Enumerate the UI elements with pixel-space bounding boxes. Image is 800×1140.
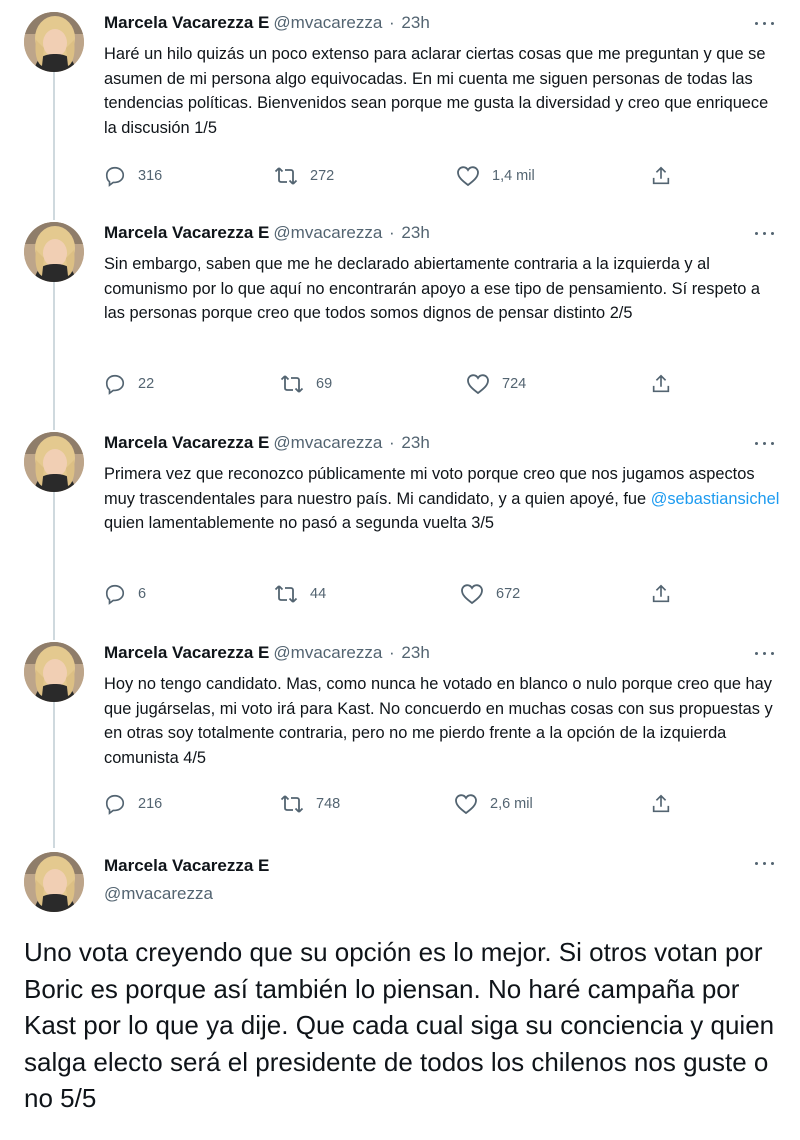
tweet-time[interactable]: 23h (401, 223, 429, 242)
like-button[interactable]: 724 (466, 372, 526, 396)
thread-tweet-3[interactable]: Marcela Vacarezza E @mvacarezza · 23h Pri… (0, 432, 800, 632)
like-count: 1,4 mil (492, 168, 535, 184)
reply-button[interactable]: 216 (104, 792, 162, 816)
tweet-actions: 216 748 2,6 mil (104, 792, 694, 816)
tweet-actions: 22 69 724 (104, 372, 694, 396)
like-icon (457, 166, 479, 187)
author-name[interactable]: Marcela Vacarezza E (104, 433, 269, 452)
like-icon (461, 584, 483, 605)
retweet-button[interactable]: 748 (280, 792, 340, 816)
tweet-actions: 316 272 1,4 mil (104, 164, 694, 188)
tweet-header: Marcela Vacarezza E @mvacarezza · 23h (104, 13, 430, 32)
retweet-icon (274, 167, 298, 185)
author-block: Marcela Vacarezza E @mvacarezza (104, 854, 269, 906)
author-handle[interactable]: @mvacarezza (273, 433, 382, 452)
like-count: 724 (502, 376, 527, 392)
tweet-text: Sin embargo, saben que me he declarado a… (104, 255, 761, 322)
share-button[interactable] (650, 792, 672, 816)
like-button[interactable]: 2,6 mil (454, 792, 533, 816)
tweet-header: Marcela Vacarezza E @mvacarezza · 23h (104, 223, 430, 242)
retweet-icon (280, 795, 304, 813)
tweet-time[interactable]: 23h (401, 433, 429, 452)
retweet-count: 44 (310, 586, 327, 602)
thread-tweet-1[interactable]: Marcela Vacarezza E @mvacarezza · 23h Har… (0, 12, 800, 212)
retweet-icon (274, 585, 298, 603)
like-count: 2,6 mil (490, 796, 533, 812)
reply-count: 216 (138, 796, 163, 812)
retweet-button[interactable]: 44 (274, 582, 326, 606)
avatar[interactable] (24, 852, 84, 912)
author-handle[interactable]: @mvacarezza (273, 643, 382, 662)
more-icon[interactable] (754, 222, 776, 244)
mention-link[interactable]: @sebastiansichel (651, 490, 780, 508)
author-name[interactable]: Marcela Vacarezza E (104, 13, 269, 32)
author-name[interactable]: Marcela Vacarezza E (104, 223, 269, 242)
retweet-count: 748 (316, 796, 341, 812)
retweet-count: 272 (310, 168, 335, 184)
like-icon (455, 794, 477, 815)
author-name[interactable]: Marcela Vacarezza E (104, 854, 269, 878)
author-handle[interactable]: @mvacarezza (104, 882, 269, 906)
share-icon (652, 374, 670, 393)
share-icon (652, 166, 670, 185)
like-icon (467, 374, 489, 395)
author-name[interactable]: Marcela Vacarezza E (104, 643, 269, 662)
main-tweet[interactable]: Marcela Vacarezza E @mvacarezza Uno vota… (0, 852, 800, 1140)
reply-count: 22 (138, 376, 155, 392)
main-tweet-text: Uno vota creyendo que su opción es lo me… (24, 937, 775, 1113)
reply-count: 6 (138, 586, 147, 602)
share-button[interactable] (650, 164, 672, 188)
reply-button[interactable]: 6 (104, 582, 146, 606)
reply-icon (105, 166, 125, 187)
author-handle[interactable]: @mvacarezza (273, 13, 382, 32)
more-icon[interactable] (754, 852, 776, 874)
avatar[interactable] (24, 12, 84, 72)
tweet-header: Marcela Vacarezza E @mvacarezza · 23h (104, 433, 430, 452)
more-icon[interactable] (754, 432, 776, 454)
tweet-header: Marcela Vacarezza E @mvacarezza · 23h (104, 643, 430, 662)
reply-count: 316 (138, 168, 163, 184)
retweet-icon (280, 375, 304, 393)
reply-button[interactable]: 22 (104, 372, 154, 396)
tweet-text: Hoy no tengo candidato. Mas, como nunca … (104, 675, 773, 767)
like-button[interactable]: 1,4 mil (456, 164, 535, 188)
reply-icon (105, 794, 125, 815)
avatar[interactable] (24, 432, 84, 492)
share-button[interactable] (650, 372, 672, 396)
retweet-count: 69 (316, 376, 333, 392)
avatar[interactable] (24, 642, 84, 702)
share-button[interactable] (650, 582, 672, 606)
like-button[interactable]: 672 (460, 582, 520, 606)
reply-icon (105, 374, 125, 395)
share-icon (652, 794, 670, 813)
author-handle[interactable]: @mvacarezza (273, 223, 382, 242)
share-icon (652, 584, 670, 603)
tweet-actions: 6 44 672 (104, 582, 694, 606)
like-count: 672 (496, 586, 521, 602)
tweet-time[interactable]: 23h (401, 13, 429, 32)
tweet-text: Haré un hilo quizás un poco extenso para… (104, 45, 769, 137)
more-icon[interactable] (754, 642, 776, 664)
tweet-time[interactable]: 23h (401, 643, 429, 662)
retweet-button[interactable]: 69 (280, 372, 332, 396)
more-icon[interactable] (754, 12, 776, 34)
tweet-text: Primera vez que reconozco públicamente m… (104, 465, 780, 532)
retweet-button[interactable]: 272 (274, 164, 334, 188)
thread-tweet-4[interactable]: Marcela Vacarezza E @mvacarezza · 23h Hoy… (0, 642, 800, 842)
reply-icon (105, 584, 125, 605)
thread-tweet-2[interactable]: Marcela Vacarezza E @mvacarezza · 23h Sin… (0, 222, 800, 422)
reply-button[interactable]: 316 (104, 164, 162, 188)
avatar[interactable] (24, 222, 84, 282)
